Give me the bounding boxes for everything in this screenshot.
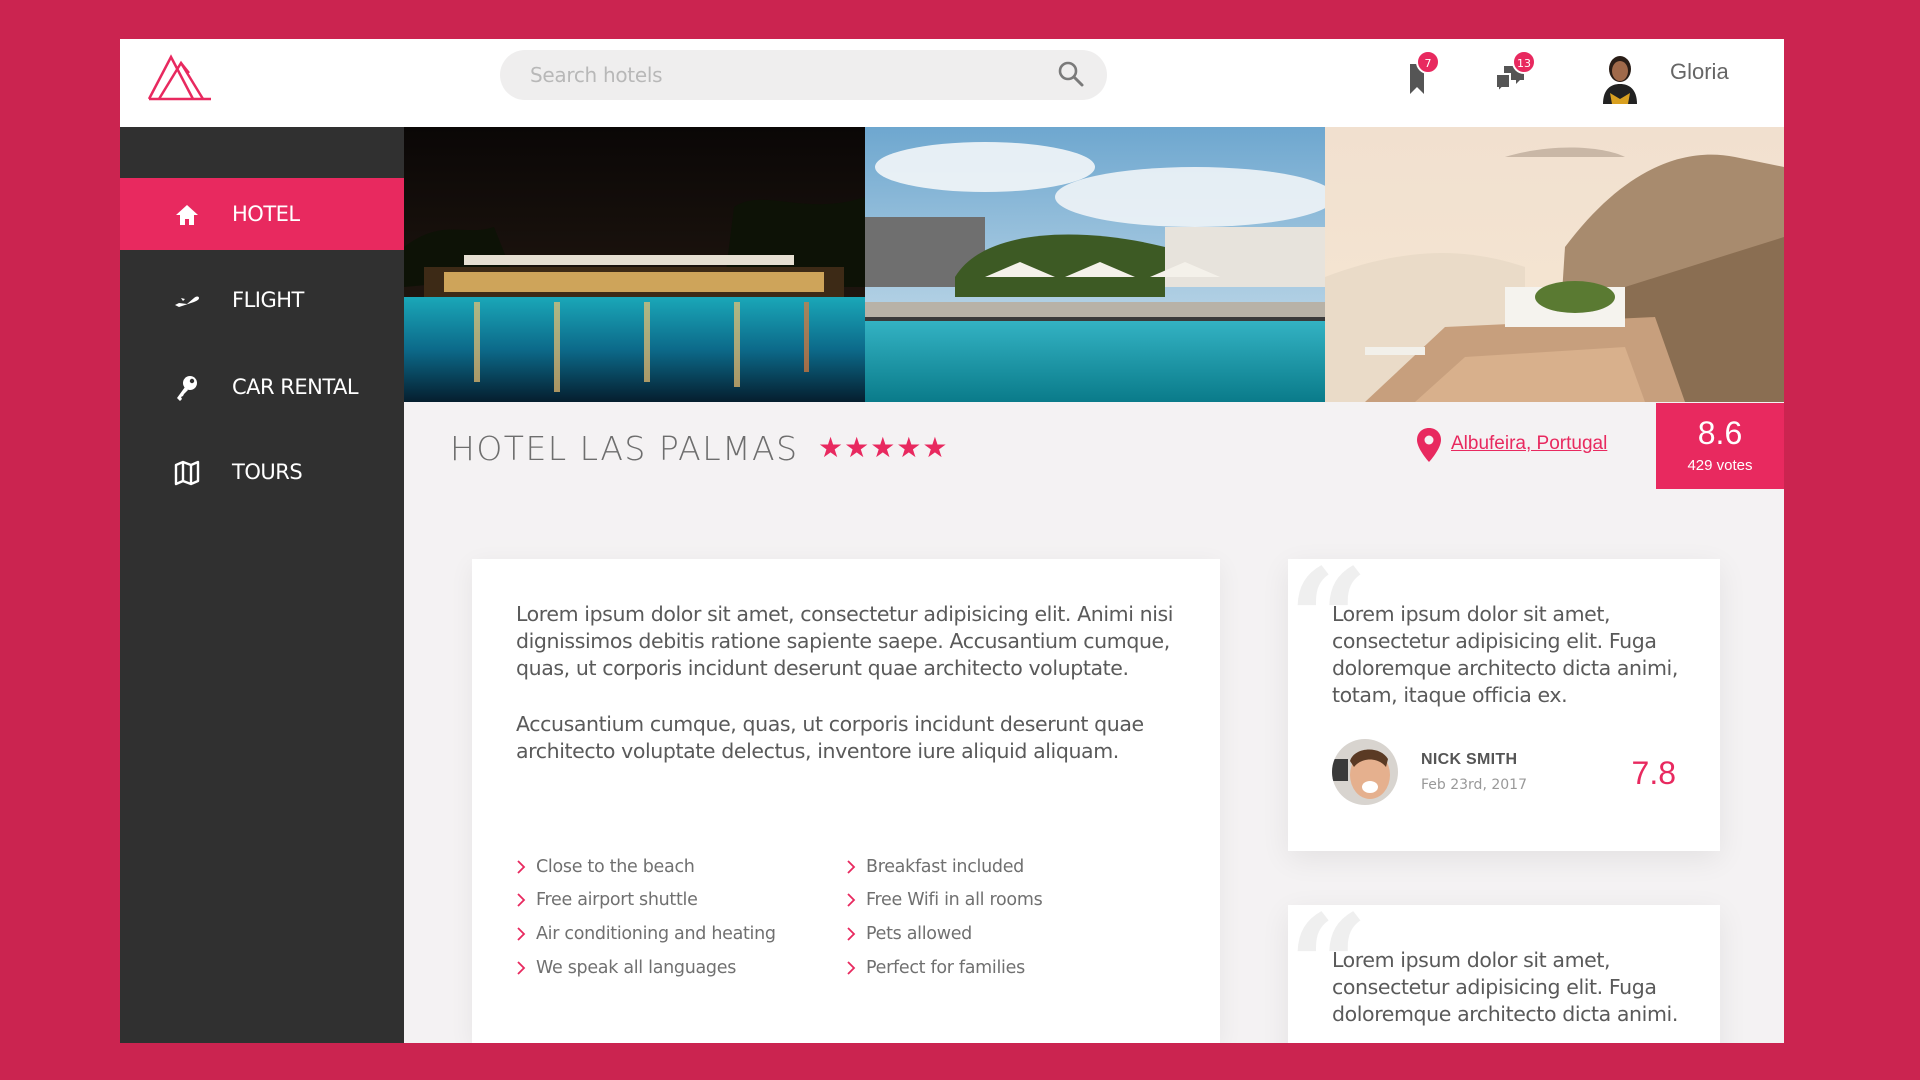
review-card: “ Lorem ipsum dolor sit amet, consectetu… [1288, 559, 1720, 851]
hotel-score-badge: 8.6 429 votes [1656, 403, 1784, 489]
chevron-right-icon [847, 860, 856, 874]
day-pool-photo[interactable] [865, 127, 1325, 402]
sidebar-item-flight[interactable]: FLIGHT [120, 264, 404, 336]
key-icon [177, 376, 197, 401]
description-paragraph: Lorem ipsum dolor sit amet, consectetur … [516, 602, 1174, 680]
sidebar: HOTEL FLIGHT CAR RENTAL TOURS [120, 127, 404, 1043]
sidebar-item-label: CAR RENTAL [232, 375, 359, 399]
search-bar[interactable]: Search hotels [500, 50, 1107, 100]
chevron-right-icon [847, 927, 856, 941]
photo-gallery [404, 127, 1784, 402]
plane-icon [175, 296, 199, 307]
logo-icon[interactable] [147, 51, 213, 101]
sidebar-item-label: TOURS [232, 460, 303, 484]
sidebar-item-car-rental[interactable]: CAR RENTAL [120, 351, 404, 423]
top-bar: Search hotels 7 13 Gloria [120, 39, 1784, 127]
messages-badge: 13 [1512, 50, 1536, 74]
sidebar-item-tours[interactable]: TOURS [120, 436, 404, 508]
bookmarks-button[interactable]: 7 [1400, 50, 1444, 98]
review-card: “ Lorem ipsum dolor sit amet, consectetu… [1288, 905, 1720, 1043]
home-icon [176, 205, 198, 225]
app-window: Search hotels 7 13 Gloria HOTEL FLIGHT C… [120, 39, 1784, 1043]
messages-button[interactable]: 13 [1490, 50, 1536, 98]
search-icon[interactable] [1057, 60, 1085, 88]
bookmarks-badge: 7 [1416, 50, 1440, 74]
night-pool-photo[interactable] [404, 127, 865, 402]
description-card: Lorem ipsum dolor sit amet, consectetur … [472, 559, 1220, 1043]
reviewer-avatar[interactable] [1332, 739, 1398, 805]
hotel-location-link[interactable]: Albufeira, Portugal [1451, 433, 1607, 455]
location-pin-icon [1417, 428, 1441, 462]
chevron-right-icon [847, 893, 856, 907]
terrace-view-photo[interactable] [1325, 127, 1784, 402]
hotel-score: 8.6 [1697, 415, 1743, 451]
review-score: 7.8 [1631, 755, 1676, 791]
reviewer-name: NICK SMITH [1421, 751, 1518, 768]
chevron-right-icon [517, 860, 526, 874]
chevron-right-icon [517, 927, 526, 941]
hotel-name: HOTEL LAS PALMAS [450, 429, 799, 468]
description-paragraph: Accusantium cumque, quas, ut corporis in… [516, 712, 1144, 763]
review-text: Lorem ipsum dolor sit amet, consectetur … [1332, 948, 1678, 1026]
chevron-right-icon [517, 893, 526, 907]
search-input[interactable]: Search hotels [530, 63, 663, 87]
user-name[interactable]: Gloria [1670, 59, 1729, 85]
map-icon [174, 460, 200, 486]
review-text: Lorem ipsum dolor sit amet, consectetur … [1332, 602, 1678, 707]
chevron-right-icon [517, 961, 526, 975]
review-date: Feb 23rd, 2017 [1421, 777, 1527, 793]
sidebar-item-hotel[interactable]: HOTEL [120, 178, 404, 250]
chevron-right-icon [847, 961, 856, 975]
user-avatar[interactable] [1595, 49, 1645, 104]
hotel-votes: 429 votes [1687, 457, 1753, 474]
sidebar-item-label: FLIGHT [232, 288, 304, 312]
star-rating: ★★★★★ [818, 431, 949, 464]
sidebar-item-label: HOTEL [232, 202, 300, 226]
